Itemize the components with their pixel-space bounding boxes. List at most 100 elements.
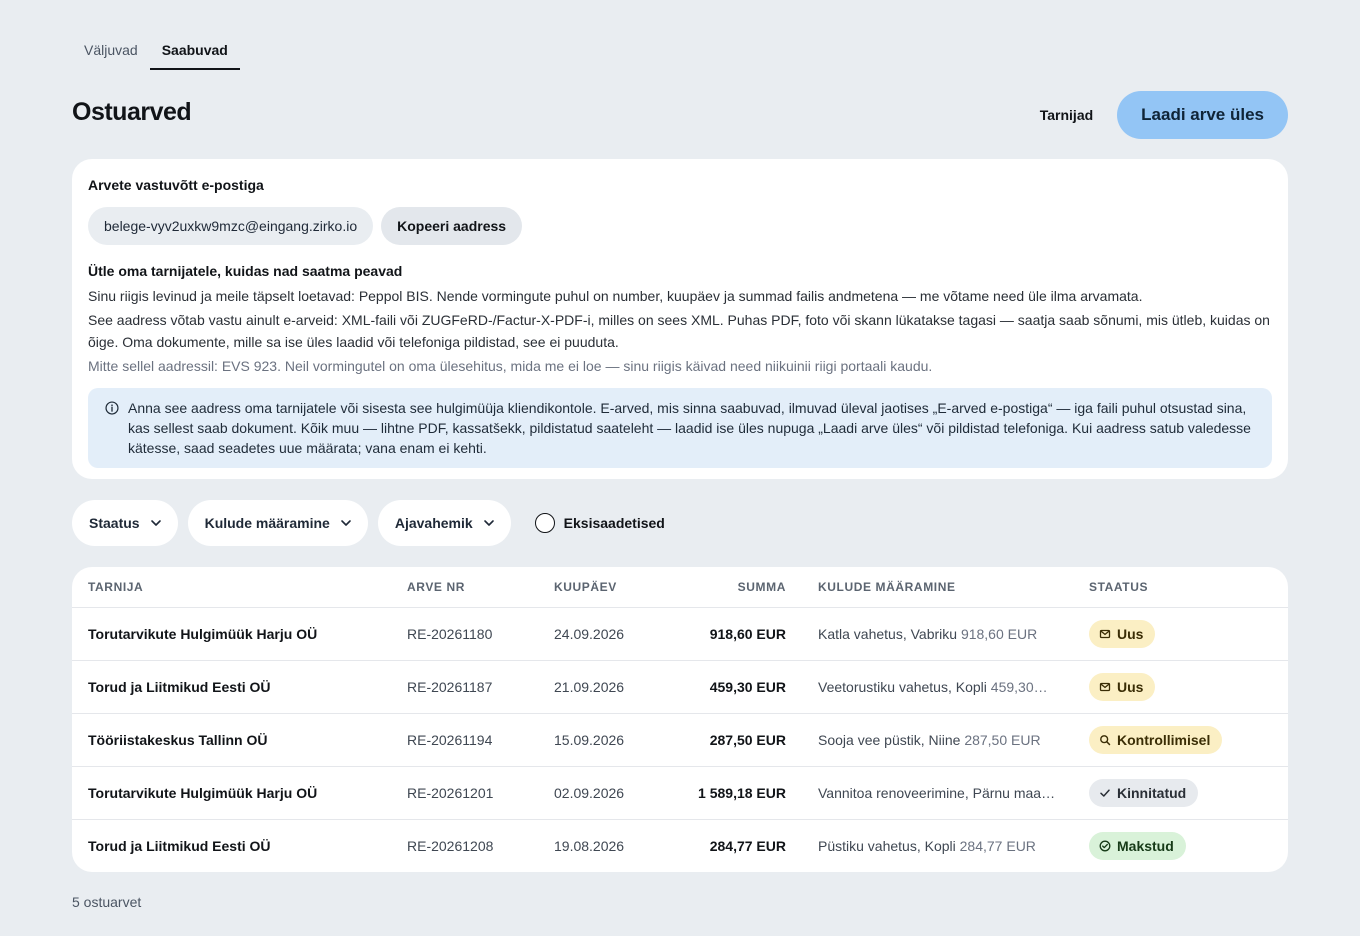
instructions-paragraph-1: Sinu riigis levinud ja meile täpselt loe… xyxy=(88,288,1143,304)
invoices-table-card: TARNIJA ARVE NR KUUPÄEV SUMMA KULUDE MÄÄ… xyxy=(72,567,1288,872)
cost-allocation-filter[interactable]: Kulude määramine xyxy=(187,500,368,546)
col-status[interactable]: STAATUS xyxy=(1073,567,1288,608)
cost-allocation-cell: Vannitoa renoveerimine, Pärnu maa… xyxy=(802,766,1073,820)
col-amount[interactable]: SUMMA xyxy=(668,567,802,608)
table-row[interactable]: Torutarvikute Hulgimüük Harju OÜ RE-20261… xyxy=(72,607,1288,661)
status-cell: Uus xyxy=(1073,607,1288,661)
invoice-no-cell: RE-20261201 xyxy=(391,766,538,820)
date-cell: 21.09.2026 xyxy=(538,660,668,714)
date-cell: 24.09.2026 xyxy=(538,607,668,661)
supplier-cell: Torutarvikute Hulgimüük Harju OÜ xyxy=(72,766,391,820)
cost-filter-label: Kulude määramine xyxy=(204,515,330,531)
cost-label: Katla vahetus, Vabriku xyxy=(818,625,958,642)
missent-checkbox[interactable] xyxy=(534,513,555,533)
cost-amount: 284,77 EUR xyxy=(959,837,1036,854)
cost-allocation-cell: Veetorustiku vahetus, Kopli 459,30… xyxy=(802,660,1073,714)
status-label: Uus xyxy=(1117,625,1144,642)
invoice-no-cell: RE-20261187 xyxy=(391,660,538,714)
instructions-paragraph-2: See aadress võtab vastu ainult e-arveid:… xyxy=(88,312,1270,350)
cost-label: Veetorustiku vahetus, Kopli xyxy=(818,678,987,695)
email-address[interactable]: belege-vyv2uxkw9mzc@eingang.zirko.io xyxy=(88,207,374,245)
status-badge: Uus xyxy=(1089,619,1156,648)
col-cost[interactable]: KULUDE MÄÄRAMINE xyxy=(802,567,1073,608)
cost-amount: 459,30… xyxy=(990,678,1048,695)
info-text: Anna see aadress oma tarnijatele või sis… xyxy=(128,400,1251,456)
status-badge: Makstud xyxy=(1089,831,1186,860)
amount-cell: 287,50 EUR xyxy=(668,713,802,767)
invoice-no-cell: RE-20261180 xyxy=(391,607,538,661)
search-icon xyxy=(1099,734,1111,746)
amount-cell: 1 589,18 EUR xyxy=(668,766,802,820)
period-filter-label: Ajavahemik xyxy=(394,515,473,531)
supplier-cell: Torud ja Liitmikud Eesti OÜ xyxy=(72,660,391,714)
email-receipt-card: Arvete vastuvõtt e-postiga belege-vyv2ux… xyxy=(72,159,1288,479)
copy-address-button[interactable]: Kopeeri aadress xyxy=(381,207,523,245)
status-cell: Makstud xyxy=(1073,819,1288,872)
status-label: Kinnitatud xyxy=(1117,784,1187,801)
invoice-no-cell: RE-20261208 xyxy=(407,837,494,854)
invoice-count: 5 ostuarvet xyxy=(72,894,142,910)
date-cell: 15.09.2026 xyxy=(538,713,668,767)
info-icon xyxy=(105,401,119,415)
email-card-heading: Arvete vastuvõtt e-postiga xyxy=(88,177,264,193)
invoice-no-cell: RE-20261194 xyxy=(391,713,538,767)
status-label: Makstud xyxy=(1117,837,1174,854)
status-filter[interactable]: Staatus xyxy=(72,500,178,546)
cost-label: Püstiku vahetus, Kopli xyxy=(818,837,956,854)
info-box: Anna see aadress oma tarnijatele või sis… xyxy=(88,388,1272,468)
address-row: belege-vyv2uxkw9mzc@eingang.zirko.io Kop… xyxy=(88,207,1272,245)
header-actions: Tarnijad Laadi arve üles xyxy=(1040,91,1288,139)
cost-amount: 918,60 EUR xyxy=(960,625,1038,642)
col-date[interactable]: KUUPÄEV xyxy=(538,567,668,608)
cost-allocation-cell: Sooja vee püstik, Niine 287,50 EUR xyxy=(802,713,1073,767)
table-header-row: TARNIJA ARVE NR KUUPÄEV SUMMA KULUDE MÄÄ… xyxy=(72,567,1288,608)
cost-label: Vannitoa renoveerimine, Pärnu maa… xyxy=(818,784,1056,801)
mail-icon xyxy=(1099,681,1111,693)
filter-bar: Staatus Kulude määramine Ajavahemik Eksi… xyxy=(72,500,665,546)
status-badge: Uus xyxy=(1089,672,1156,701)
page-title: Ostuarved xyxy=(72,98,192,126)
amount-cell: 918,60 EUR xyxy=(668,607,802,661)
col-supplier[interactable]: TARNIJA xyxy=(72,567,391,608)
status-cell: Uus xyxy=(1073,660,1288,714)
chevron-down-icon xyxy=(483,520,494,526)
chevron-down-icon xyxy=(341,520,351,526)
check-circle-icon xyxy=(1099,840,1111,852)
period-filter[interactable]: Ajavahemik xyxy=(377,500,511,546)
invoices-table: TARNIJA ARVE NR KUUPÄEV SUMMA KULUDE MÄÄ… xyxy=(72,567,1288,872)
amount-cell: 459,30 EUR xyxy=(668,660,802,714)
cost-allocation-cell: Katla vahetus, Vabriku 918,60 EUR xyxy=(802,607,1073,661)
check-icon xyxy=(1099,787,1111,799)
tab-bar: Väljuvad Saabuvad xyxy=(72,30,240,70)
upload-invoice-button[interactable]: Laadi arve üles xyxy=(1117,91,1288,139)
tab-incoming[interactable]: Saabuvad xyxy=(149,30,240,70)
cost-label: Sooja vee püstik, Niine xyxy=(818,731,961,748)
status-filter-label: Staatus xyxy=(89,515,140,531)
supplier-cell: Torutarvikute Hulgimüük Harju OÜ xyxy=(72,607,391,661)
instructions-heading: Ütle oma tarnijatele, kuidas nad saatma … xyxy=(88,263,403,279)
table-row[interactable]: Torud ja Liitmikud Eesti OÜ RE-20261187 21… xyxy=(72,660,1288,714)
chevron-down-icon xyxy=(150,520,161,526)
missent-toggle[interactable]: Eksisaadetised xyxy=(534,513,665,533)
table-row[interactable]: Torud ja Liitmikud Eesti OÜ RE-20261208 19… xyxy=(72,819,1288,872)
instructions-paragraph-3: Mitte sellel aadressil: EVS 923. Neil vo… xyxy=(88,358,933,374)
supplier-cell: Torud ja Liitmikud Eesti OÜ xyxy=(88,837,271,854)
status-badge: Kinnitatud xyxy=(1089,778,1199,807)
cost-allocation-cell: Püstiku vahetus, Kopli 284,77 EUR xyxy=(802,819,1073,872)
suppliers-button[interactable]: Tarnijad xyxy=(1040,107,1093,123)
date-cell: 02.09.2026 xyxy=(538,766,668,820)
date-cell: 19.08.2026 xyxy=(554,837,625,854)
status-label: Uus xyxy=(1117,678,1144,695)
supplier-cell: Tööriistakeskus Tallinn OÜ xyxy=(72,713,391,767)
table-row[interactable]: Tööriistakeskus Tallinn OÜ RE-20261194 15.… xyxy=(72,713,1288,767)
status-label: Kontrollimisel xyxy=(1117,731,1211,748)
tab-outgoing[interactable]: Väljuvad xyxy=(72,30,150,70)
cost-amount: 287,50 EUR xyxy=(964,731,1041,748)
col-invoice-no[interactable]: ARVE NR xyxy=(391,567,538,608)
amount-cell: 284,77 EUR xyxy=(709,837,786,854)
missent-label: Eksisaadetised xyxy=(563,515,665,531)
mail-icon xyxy=(1099,628,1111,640)
status-badge: Kontrollimisel xyxy=(1089,725,1223,754)
table-row[interactable]: Torutarvikute Hulgimüük Harju OÜ RE-20261… xyxy=(72,766,1288,820)
status-cell: Kontrollimisel xyxy=(1073,713,1288,767)
